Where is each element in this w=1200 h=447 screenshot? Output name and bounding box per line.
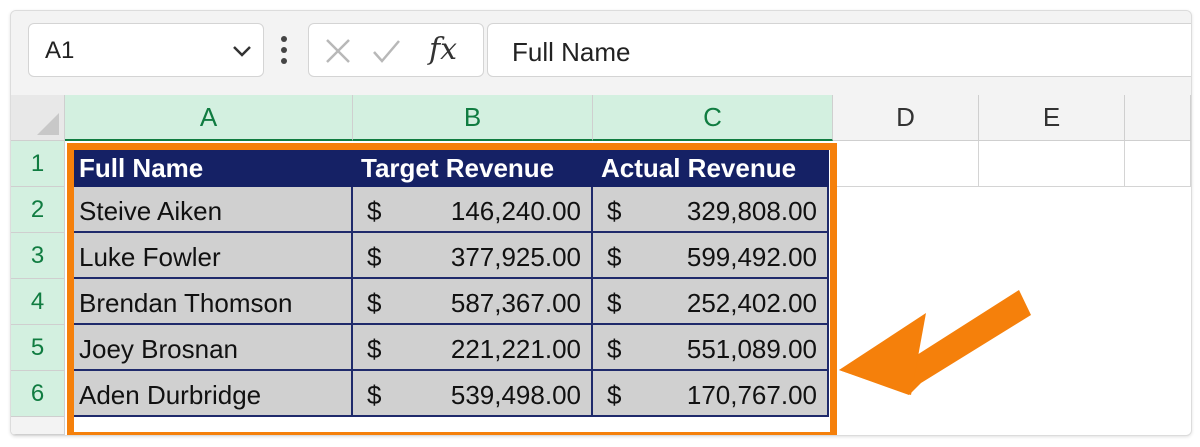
table-cell-name[interactable]: Luke Fowler [71, 233, 353, 279]
worksheet-grid: A B C D E 1 2 3 4 5 6 Full Name Target R… [11, 95, 1191, 435]
table-cell-actual[interactable]: $551,089.00 [593, 325, 829, 371]
formula-actions: fx [308, 23, 484, 77]
callout-arrow-icon [839, 290, 1031, 395]
column-header-a[interactable]: A [65, 95, 353, 141]
cell-d1[interactable] [833, 141, 979, 187]
formula-value: Full Name [512, 37, 631, 67]
column-header-e[interactable]: E [979, 95, 1125, 141]
table-cell-target[interactable]: $539,498.00 [353, 371, 593, 417]
chevron-down-icon[interactable] [231, 40, 253, 62]
column-header-c[interactable]: C [593, 95, 833, 141]
formula-input[interactable]: Full Name [487, 23, 1191, 77]
table-cell-actual[interactable]: $170,767.00 [593, 371, 829, 417]
column-header-f[interactable] [1125, 95, 1191, 141]
table-cell-actual[interactable]: $252,402.00 [593, 279, 829, 325]
column-header-b[interactable]: B [353, 95, 593, 141]
formula-bar-area: A1 fx Full Name [11, 11, 1191, 95]
table-header-cell[interactable]: Full Name [71, 147, 353, 187]
cell-e1[interactable] [979, 141, 1125, 187]
row-header-1[interactable]: 1 [11, 141, 65, 187]
insert-function-icon[interactable]: fx [429, 32, 457, 67]
name-box-value: A1 [45, 37, 75, 64]
name-box[interactable]: A1 [28, 23, 264, 77]
cancel-icon[interactable] [323, 36, 353, 66]
table-cell-target[interactable]: $587,367.00 [353, 279, 593, 325]
excel-window: A1 fx Full Name A B C D E 1 2 3 4 5 6 Fu… [10, 10, 1192, 436]
table-cell-target[interactable]: $377,925.00 [353, 233, 593, 279]
table-cell-name[interactable]: Brendan Thomson [71, 279, 353, 325]
row-header-6[interactable]: 6 [11, 371, 65, 417]
table-cell-name[interactable]: Joey Brosnan [71, 325, 353, 371]
cell-f1[interactable] [1125, 141, 1191, 187]
table-header-cell[interactable]: Target Revenue [353, 147, 593, 187]
table-cell-actual[interactable]: $599,492.00 [593, 233, 829, 279]
row-header-7[interactable] [11, 417, 65, 435]
enter-check-icon[interactable] [371, 36, 401, 66]
table-cell-name[interactable]: Steive Aiken [71, 187, 353, 233]
row-header-2[interactable]: 2 [11, 187, 65, 233]
table-cell-target[interactable]: $221,221.00 [353, 325, 593, 371]
table-header-cell[interactable]: Actual Revenue [593, 147, 829, 187]
row-header-3[interactable]: 3 [11, 233, 65, 279]
table-cell-target[interactable]: $146,240.00 [353, 187, 593, 233]
row-header-5[interactable]: 5 [11, 325, 65, 371]
table-cell-actual[interactable]: $329,808.00 [593, 187, 829, 233]
more-options-icon[interactable] [280, 35, 288, 65]
column-header-d[interactable]: D [833, 95, 979, 141]
row-header-4[interactable]: 4 [11, 279, 65, 325]
table-cell-name[interactable]: Aden Durbridge [71, 371, 353, 417]
select-all-button[interactable] [11, 95, 65, 141]
